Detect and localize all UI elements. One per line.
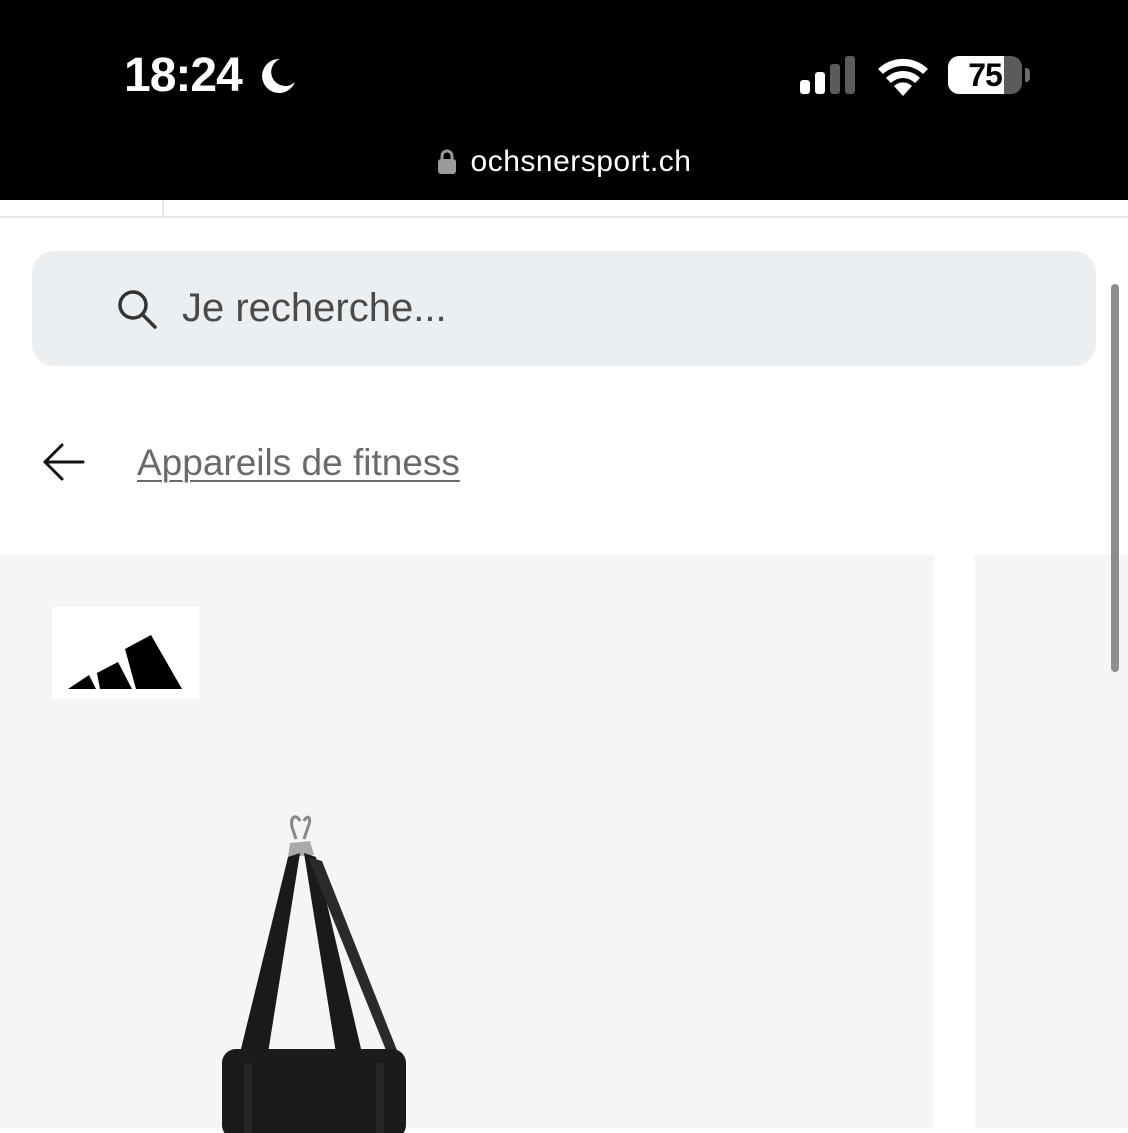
status-bar: 18:24 75 ochsnersport.ch	[0, 0, 1128, 200]
arrow-left-icon[interactable]	[42, 442, 86, 482]
punching-bag-image	[222, 815, 406, 1133]
breadcrumb-link-fitness-equipment[interactable]: Appareils de fitness	[137, 442, 460, 484]
moon-icon	[262, 58, 295, 93]
cellular-signal-icon	[800, 56, 855, 94]
breadcrumb: Appareils de fitness	[0, 430, 1128, 500]
url-text: ochsnersport.ch	[470, 145, 692, 178]
search-icon	[118, 289, 157, 329]
lock-icon	[437, 149, 456, 174]
adidas-logo	[52, 607, 199, 699]
product-card[interactable]	[0, 555, 934, 1133]
url-bar[interactable]: ochsnersport.ch	[0, 140, 1128, 184]
battery-indicator: 75	[948, 56, 1032, 96]
search-input[interactable]	[180, 285, 984, 332]
header-divider-tick	[162, 200, 164, 217]
wifi-icon	[878, 58, 928, 96]
header-divider	[0, 216, 1128, 218]
search-bar[interactable]	[32, 251, 1096, 366]
scrollbar[interactable]	[1111, 284, 1119, 672]
status-time: 18:24	[124, 49, 243, 102]
next-product-card[interactable]	[975, 555, 1128, 1128]
battery-percentage: 75	[968, 57, 1003, 93]
